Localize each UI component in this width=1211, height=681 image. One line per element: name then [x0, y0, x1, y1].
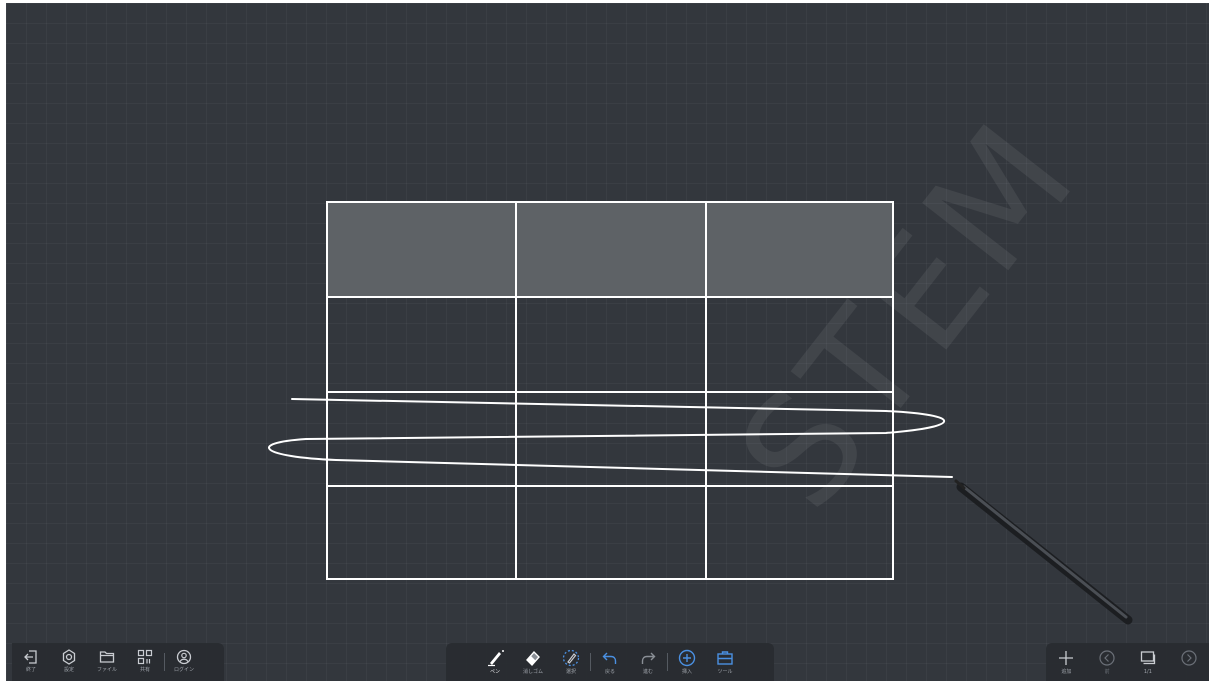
page-toolbar: 追加 前 1/1 — [1046, 643, 1209, 681]
drawing-toolbar: ペン 消しゴム 選択 戻る 進む 挿入 ツール — [446, 643, 774, 681]
gear-icon — [62, 649, 76, 665]
pen-tool-button[interactable]: ペン — [476, 643, 514, 681]
eraser-label: 消しゴム — [522, 669, 543, 675]
toolbox-icon — [717, 651, 733, 665]
add-page-button[interactable]: 追加 — [1047, 643, 1085, 681]
redo-icon — [641, 652, 656, 664]
pages-icon — [1140, 651, 1156, 665]
settings-button[interactable]: 設定 — [50, 643, 88, 681]
login-button[interactable]: ログイン — [165, 643, 203, 681]
redo-label: 進む — [642, 669, 653, 675]
login-label: ログイン — [173, 667, 194, 673]
settings-label: 設定 — [63, 667, 74, 673]
pen-icon — [488, 650, 504, 667]
select-label: 選択 — [565, 669, 576, 675]
exit-label: 終了 — [25, 667, 36, 673]
left-toolbar: 終了 設定 ファイル 共有 ログイン — [12, 643, 224, 681]
prev-page-label: 前 — [1104, 669, 1110, 675]
tools-label: ツール — [717, 669, 733, 675]
user-icon — [176, 649, 192, 665]
whiteboard-canvas[interactable]: STEM 終了 設定 ファイル 共有 ログイン ペン 消しゴム 選択 戻る 進む… — [6, 3, 1209, 681]
add-page-icon — [1059, 651, 1074, 665]
board-drawing-layer — [268, 201, 1133, 625]
exit-button[interactable]: 終了 — [12, 643, 50, 681]
folder-icon — [99, 651, 115, 663]
undo-label: 戻る — [604, 669, 615, 675]
eraser-icon — [526, 650, 540, 667]
pen-label: ペン — [489, 669, 500, 675]
redo-button[interactable]: 進む — [629, 643, 667, 681]
tools-button[interactable]: ツール — [706, 643, 744, 681]
next-page-icon — [1181, 650, 1197, 666]
insert-icon — [678, 649, 696, 667]
stylus-pen-icon — [954, 479, 1133, 625]
file-label: ファイル — [96, 667, 117, 673]
qr-code-icon — [137, 649, 153, 665]
pages-button[interactable]: 1/1 — [1129, 643, 1167, 681]
select-icon — [562, 649, 580, 667]
undo-button[interactable]: 戻る — [591, 643, 629, 681]
insert-label: 挿入 — [681, 669, 692, 675]
undo-icon — [602, 652, 617, 664]
insert-button[interactable]: 挿入 — [668, 643, 706, 681]
freehand-stroke[interactable] — [268, 398, 953, 478]
share-button[interactable]: 共有 — [126, 643, 164, 681]
next-page-button[interactable] — [1170, 643, 1208, 681]
exit-icon — [24, 650, 37, 664]
file-button[interactable]: ファイル — [88, 643, 126, 681]
share-label: 共有 — [139, 667, 150, 673]
page-counter: 1/1 — [1143, 669, 1152, 675]
prev-page-button[interactable]: 前 — [1088, 643, 1126, 681]
table-header-fill — [327, 202, 893, 297]
eraser-tool-button[interactable]: 消しゴム — [514, 643, 552, 681]
add-page-label: 追加 — [1061, 669, 1072, 675]
select-tool-button[interactable]: 選択 — [552, 643, 590, 681]
prev-page-icon — [1099, 650, 1115, 666]
